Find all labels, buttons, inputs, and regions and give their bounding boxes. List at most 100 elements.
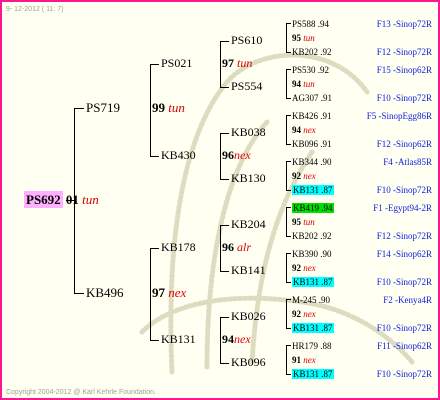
gen4-row[interactable]: M-245 .90 — [292, 296, 330, 305]
gen3-year: 95 — [292, 33, 301, 43]
gen4-row[interactable]: PS530 .92 — [292, 66, 329, 75]
gen4-connector — [286, 190, 291, 191]
gen4-row[interactable]: KB202 .92 — [292, 232, 332, 241]
gen3-connector — [220, 179, 229, 180]
gen3-yr-1: 95 tun — [292, 34, 315, 43]
gen4-row[interactable]: KB202 .92 — [292, 48, 332, 57]
gen4-row[interactable]: HR179 .88 — [292, 342, 332, 351]
gen3-bracket — [220, 41, 221, 87]
gen4-connector — [286, 236, 291, 237]
gen3-node-8[interactable]: KB096 — [231, 356, 266, 368]
gen4-line: F5 -SinopEgg86R — [366, 111, 432, 121]
gen4-line: F4 -Atlas85R — [383, 157, 432, 167]
gen4-connector — [286, 144, 291, 145]
gen3-node-4[interactable]: KB130 — [231, 172, 266, 184]
gen4-row[interactable]: KB419 .94 — [292, 203, 334, 213]
gen3-year: 92 — [292, 171, 301, 181]
gen2-code: PS021 — [161, 56, 193, 70]
gen3-race: nex — [303, 125, 316, 135]
gen3-connector — [220, 271, 229, 272]
gen2-race: tun — [237, 56, 253, 70]
gen3-node-5[interactable]: KB204 — [231, 218, 266, 230]
gen2-node-3[interactable]: KB178 — [161, 241, 196, 253]
gen4-connector — [286, 253, 291, 254]
root-year: 01 — [65, 192, 79, 207]
gen3-node-7[interactable]: KB026 — [231, 310, 266, 322]
sire-connector — [74, 108, 84, 109]
gen3-race: tun — [303, 217, 315, 227]
gen4-line: F12 -Sinop62R — [376, 139, 432, 149]
gen3-node-6[interactable]: KB141 — [231, 264, 266, 276]
gen4-line: F11 -Sinop62R — [377, 341, 432, 351]
gen4-row[interactable]: KB131 .87 — [292, 369, 334, 379]
gen3-node-2[interactable]: PS554 — [231, 80, 262, 92]
gen3-year: 91 — [292, 355, 301, 365]
gen3-node-3[interactable]: KB038 — [231, 126, 266, 138]
gen3-yr-6: 92 nex — [292, 264, 316, 273]
gen3-yr-8: 91 nex — [292, 356, 316, 365]
gen4-code: KB390 .90 — [292, 249, 332, 259]
gen2-race: nex — [234, 148, 251, 162]
copyright-text: Copyright 2004-2012 @ Karl Kehrle Founda… — [6, 389, 156, 396]
gen4-connector — [286, 299, 291, 300]
gen2-connector — [150, 248, 159, 249]
gen4-bracket — [286, 23, 287, 52]
gen4-code: KB131 .87 — [292, 185, 334, 195]
gen2-year: 97 — [222, 56, 234, 70]
gen4-line: F10 -Sinop72R — [376, 369, 432, 379]
gen3-code: PS610 — [231, 33, 263, 47]
sire-race: tun — [168, 100, 185, 115]
gen2-node-4[interactable]: KB131 — [161, 333, 196, 345]
gen2-node-1[interactable]: PS021 — [161, 57, 192, 69]
gen4-connector — [286, 161, 291, 162]
gen4-row[interactable]: KB131 .87 — [292, 185, 334, 195]
gen4-connector — [286, 207, 291, 208]
gen4-code: KB426 .91 — [292, 111, 332, 121]
root-code: PS692 — [24, 191, 63, 208]
gen4-row[interactable]: KB131 .87 — [292, 323, 334, 333]
gen2-yr-2: 96nex — [222, 149, 251, 161]
gen4-bracket — [286, 207, 287, 236]
gen4-bracket — [286, 69, 287, 98]
dam-year-race: 97 nex — [152, 286, 186, 299]
sire-node[interactable]: PS719 — [86, 101, 120, 114]
gen4-bracket — [286, 299, 287, 328]
gen2-yr-4: 94nex — [222, 333, 251, 345]
gen4-line: F12 -Sinop72R — [376, 231, 432, 241]
gen4-line: F10 -Sinop72R — [376, 277, 432, 287]
gen2-code: KB178 — [161, 240, 196, 254]
gen4-code: KB202 .92 — [292, 47, 332, 57]
gen3-year: 94 — [292, 79, 301, 89]
gen4-row[interactable]: PS588 .94 — [292, 20, 329, 29]
gen4-row[interactable]: AG307 .91 — [292, 94, 332, 103]
gen3-race: tun — [303, 33, 315, 43]
dam-node[interactable]: KB496 — [86, 286, 124, 299]
gen4-row[interactable]: KB390 .90 — [292, 250, 332, 259]
gen2-connector — [150, 64, 159, 65]
gen4-bracket — [286, 161, 287, 190]
gen4-code: KB344 .90 — [292, 157, 332, 167]
gen4-line: F14 -Sinop62R — [376, 249, 432, 259]
gen3-connector — [220, 225, 229, 226]
gen3-code: KB026 — [231, 309, 266, 323]
gen3-code: KB096 — [231, 355, 266, 369]
root-node[interactable]: PS692 01 tun — [24, 191, 99, 208]
gen2-bracket-b — [150, 248, 151, 340]
dam-race: nex — [168, 285, 187, 300]
gen2-node-2[interactable]: KB430 — [161, 149, 196, 161]
gen3-race: nex — [303, 171, 316, 181]
gen4-line: F10 -Sinop72R — [376, 185, 432, 195]
gen2-year: 96 — [222, 240, 234, 254]
gen3-year: 92 — [292, 263, 301, 273]
gen4-line: F10 -Sinop72R — [376, 93, 432, 103]
gen4-connector — [286, 115, 291, 116]
gen3-node-1[interactable]: PS610 — [231, 34, 262, 46]
gen3-yr-3: 94 nex — [292, 126, 316, 135]
gen4-connector — [286, 98, 291, 99]
gen4-row[interactable]: KB096 .91 — [292, 140, 332, 149]
gen4-row[interactable]: KB344 .90 — [292, 158, 332, 167]
gen4-row[interactable]: KB426 .91 — [292, 112, 332, 121]
gen4-bracket — [286, 253, 287, 282]
gen4-row[interactable]: KB131 .87 — [292, 277, 334, 287]
print-date: 9- 12-2012 ( 11: 7) — [6, 6, 64, 13]
